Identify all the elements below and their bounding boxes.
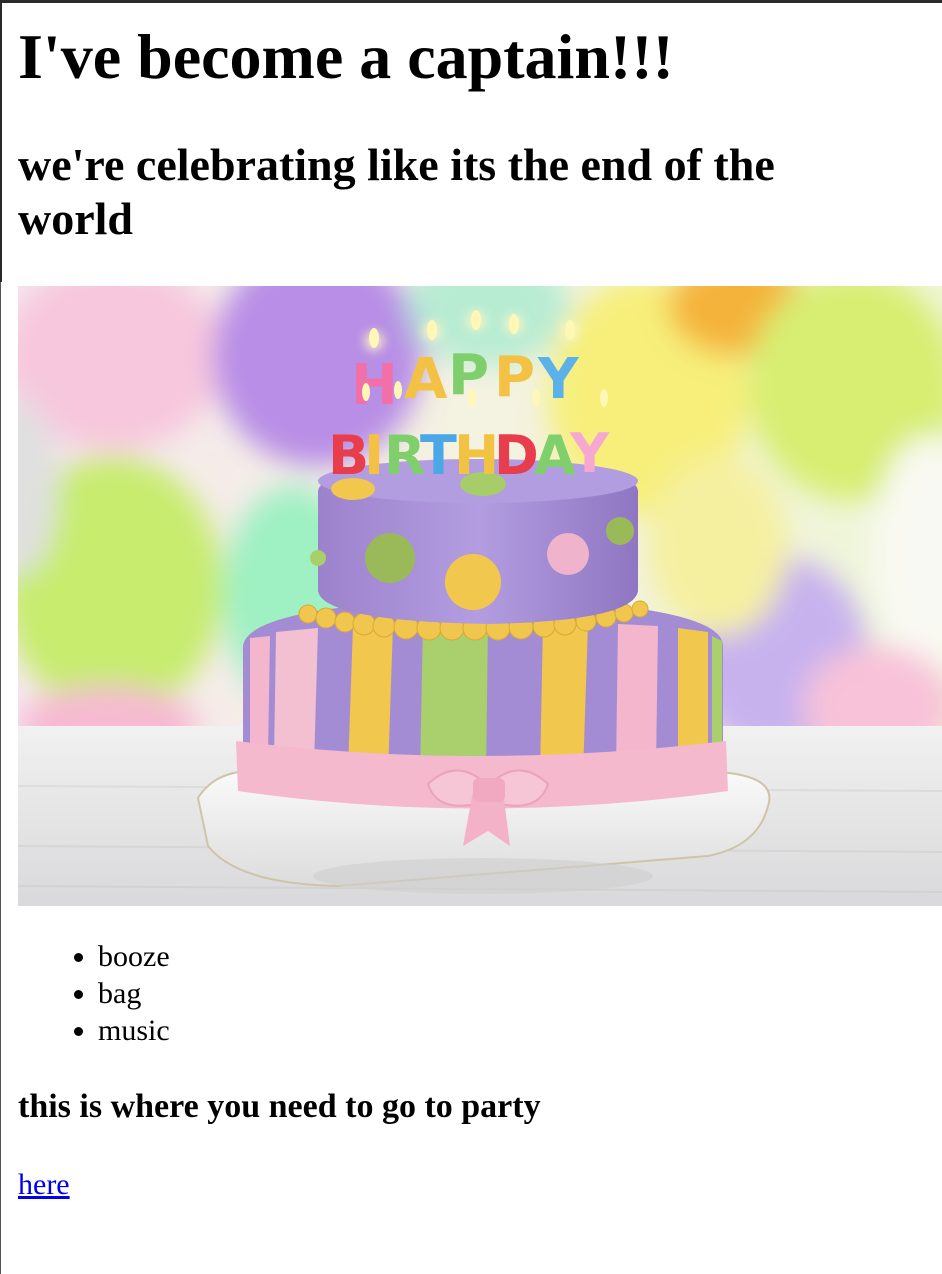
svg-text:B: B	[328, 424, 369, 487]
page-subtitle: we're celebrating like its the end of th…	[18, 139, 775, 244]
window-left-border-lower	[0, 282, 1, 1274]
svg-text:H: H	[454, 424, 499, 487]
birthday-candles: B I R T H D A Y	[328, 422, 610, 487]
list-item: music	[98, 1012, 170, 1049]
svg-text:P: P	[494, 345, 535, 410]
svg-text:Y: Y	[569, 422, 610, 485]
party-location-heading: this is where you need to go to party	[18, 1088, 541, 1125]
list-item: bag	[98, 975, 170, 1012]
svg-text:H: H	[351, 353, 398, 418]
birthday-cake-image: H A P P Y B I R T H D A Y	[18, 286, 942, 906]
svg-text:T: T	[420, 424, 457, 487]
svg-text:A: A	[404, 347, 448, 412]
happy-candles: H A P P Y	[351, 343, 580, 418]
page-title: I've become a captain!!!	[18, 21, 674, 92]
window-left-border	[0, 0, 2, 282]
party-location-link[interactable]: here	[18, 1166, 70, 1204]
list-item: booze	[98, 938, 170, 975]
party-items-list: booze bag music	[18, 938, 170, 1049]
svg-text:I: I	[364, 424, 384, 487]
svg-text:Y: Y	[537, 347, 580, 412]
window-top-border	[0, 0, 942, 3]
svg-text:D: D	[494, 424, 539, 487]
